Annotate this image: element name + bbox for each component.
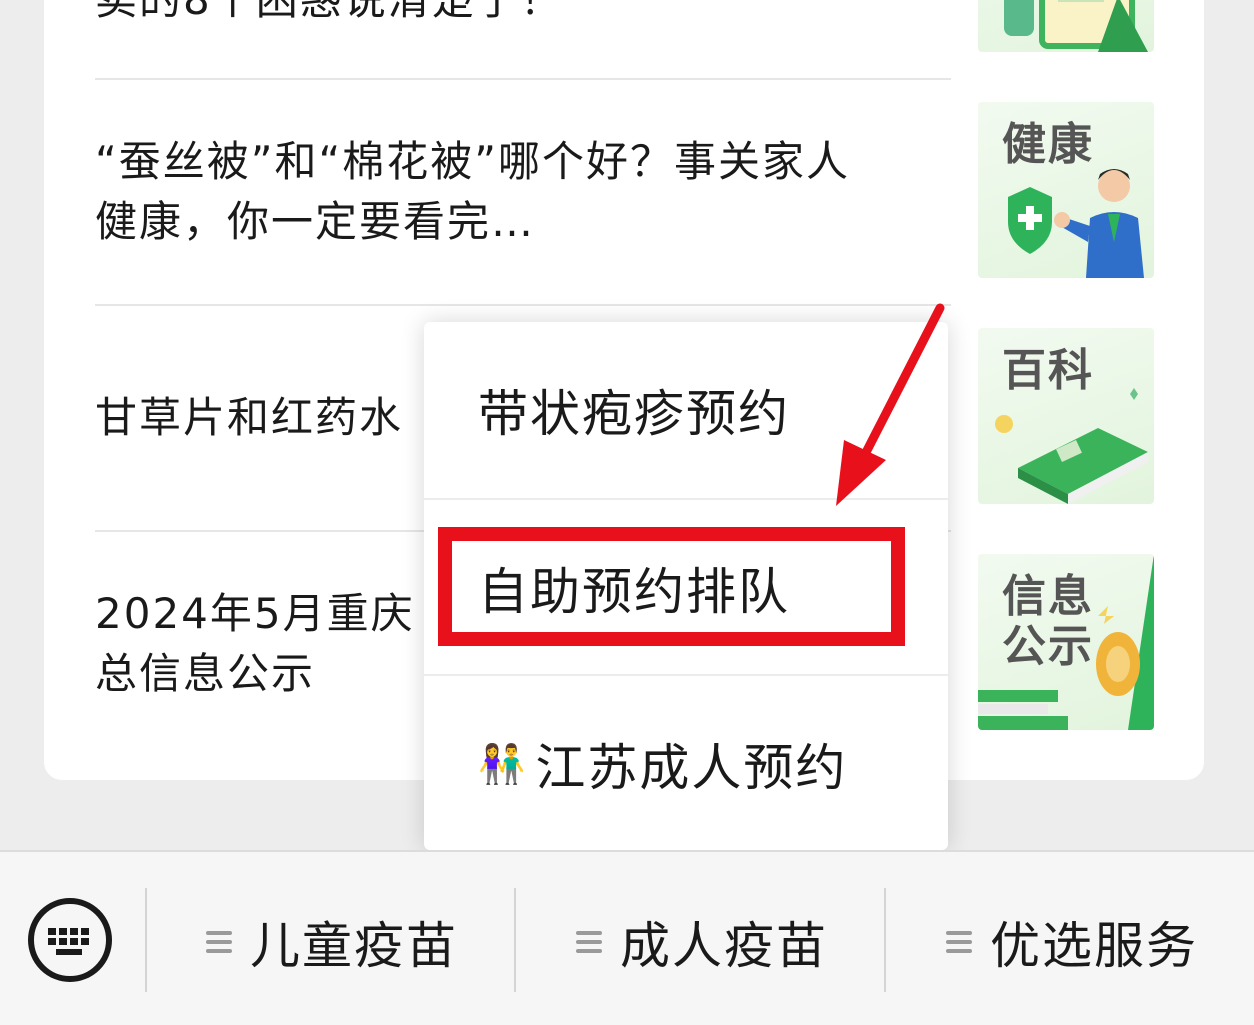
tab-adult-vaccines[interactable]: 成人疫苗 [576,904,828,980]
annotation-highlight-box [438,527,905,646]
article-thumbnail-1[interactable] [978,0,1154,52]
couple-emoji-icon: 👫 [478,741,528,786]
bottom-menu-bar: 儿童疫苗 成人疫苗 优选服务 [0,850,1254,1025]
bar-divider [514,888,516,992]
article-thumbnail-3[interactable]: 百科 [978,328,1154,504]
notebook-icon [1004,0,1148,52]
article-thumbnail-4[interactable]: 信息 公示 [978,554,1154,730]
bar-divider [145,888,147,992]
article-thumbnail-2[interactable]: 健康 [978,102,1154,278]
bar-divider [884,888,886,992]
article-item-1[interactable]: 卖的8个困惑说清楚了！ [95,0,951,30]
keyboard-toggle-button[interactable] [28,898,112,982]
menu-item-jiangsu-adult-appointment[interactable]: 👫 江苏成人预约 [424,676,948,852]
megaphone-icon [978,554,1154,730]
health-doctor-icon [1008,169,1144,278]
menu-lines-icon [946,931,972,953]
article-title-line: 健康，你一定要看完… [95,197,536,246]
keyboard-icon [48,928,89,955]
tab-children-vaccines[interactable]: 儿童疫苗 [206,904,458,980]
menu-lines-icon [206,931,232,953]
encyclopedia-book-icon [995,388,1148,504]
article-item-2[interactable]: “蚕丝被”和“棉花被”哪个好？事关家人 健康，你一定要看完… [95,132,951,252]
tab-preferred-services[interactable]: 优选服务 [946,904,1198,980]
article-divider [95,78,951,80]
menu-lines-icon [576,931,602,953]
annotation-arrow-icon [836,303,945,506]
article-title-line: “蚕丝被”和“棉花被”哪个好？事关家人 [95,137,851,186]
article-title-line: 卖的8个困惑说清楚了！ [95,0,951,30]
